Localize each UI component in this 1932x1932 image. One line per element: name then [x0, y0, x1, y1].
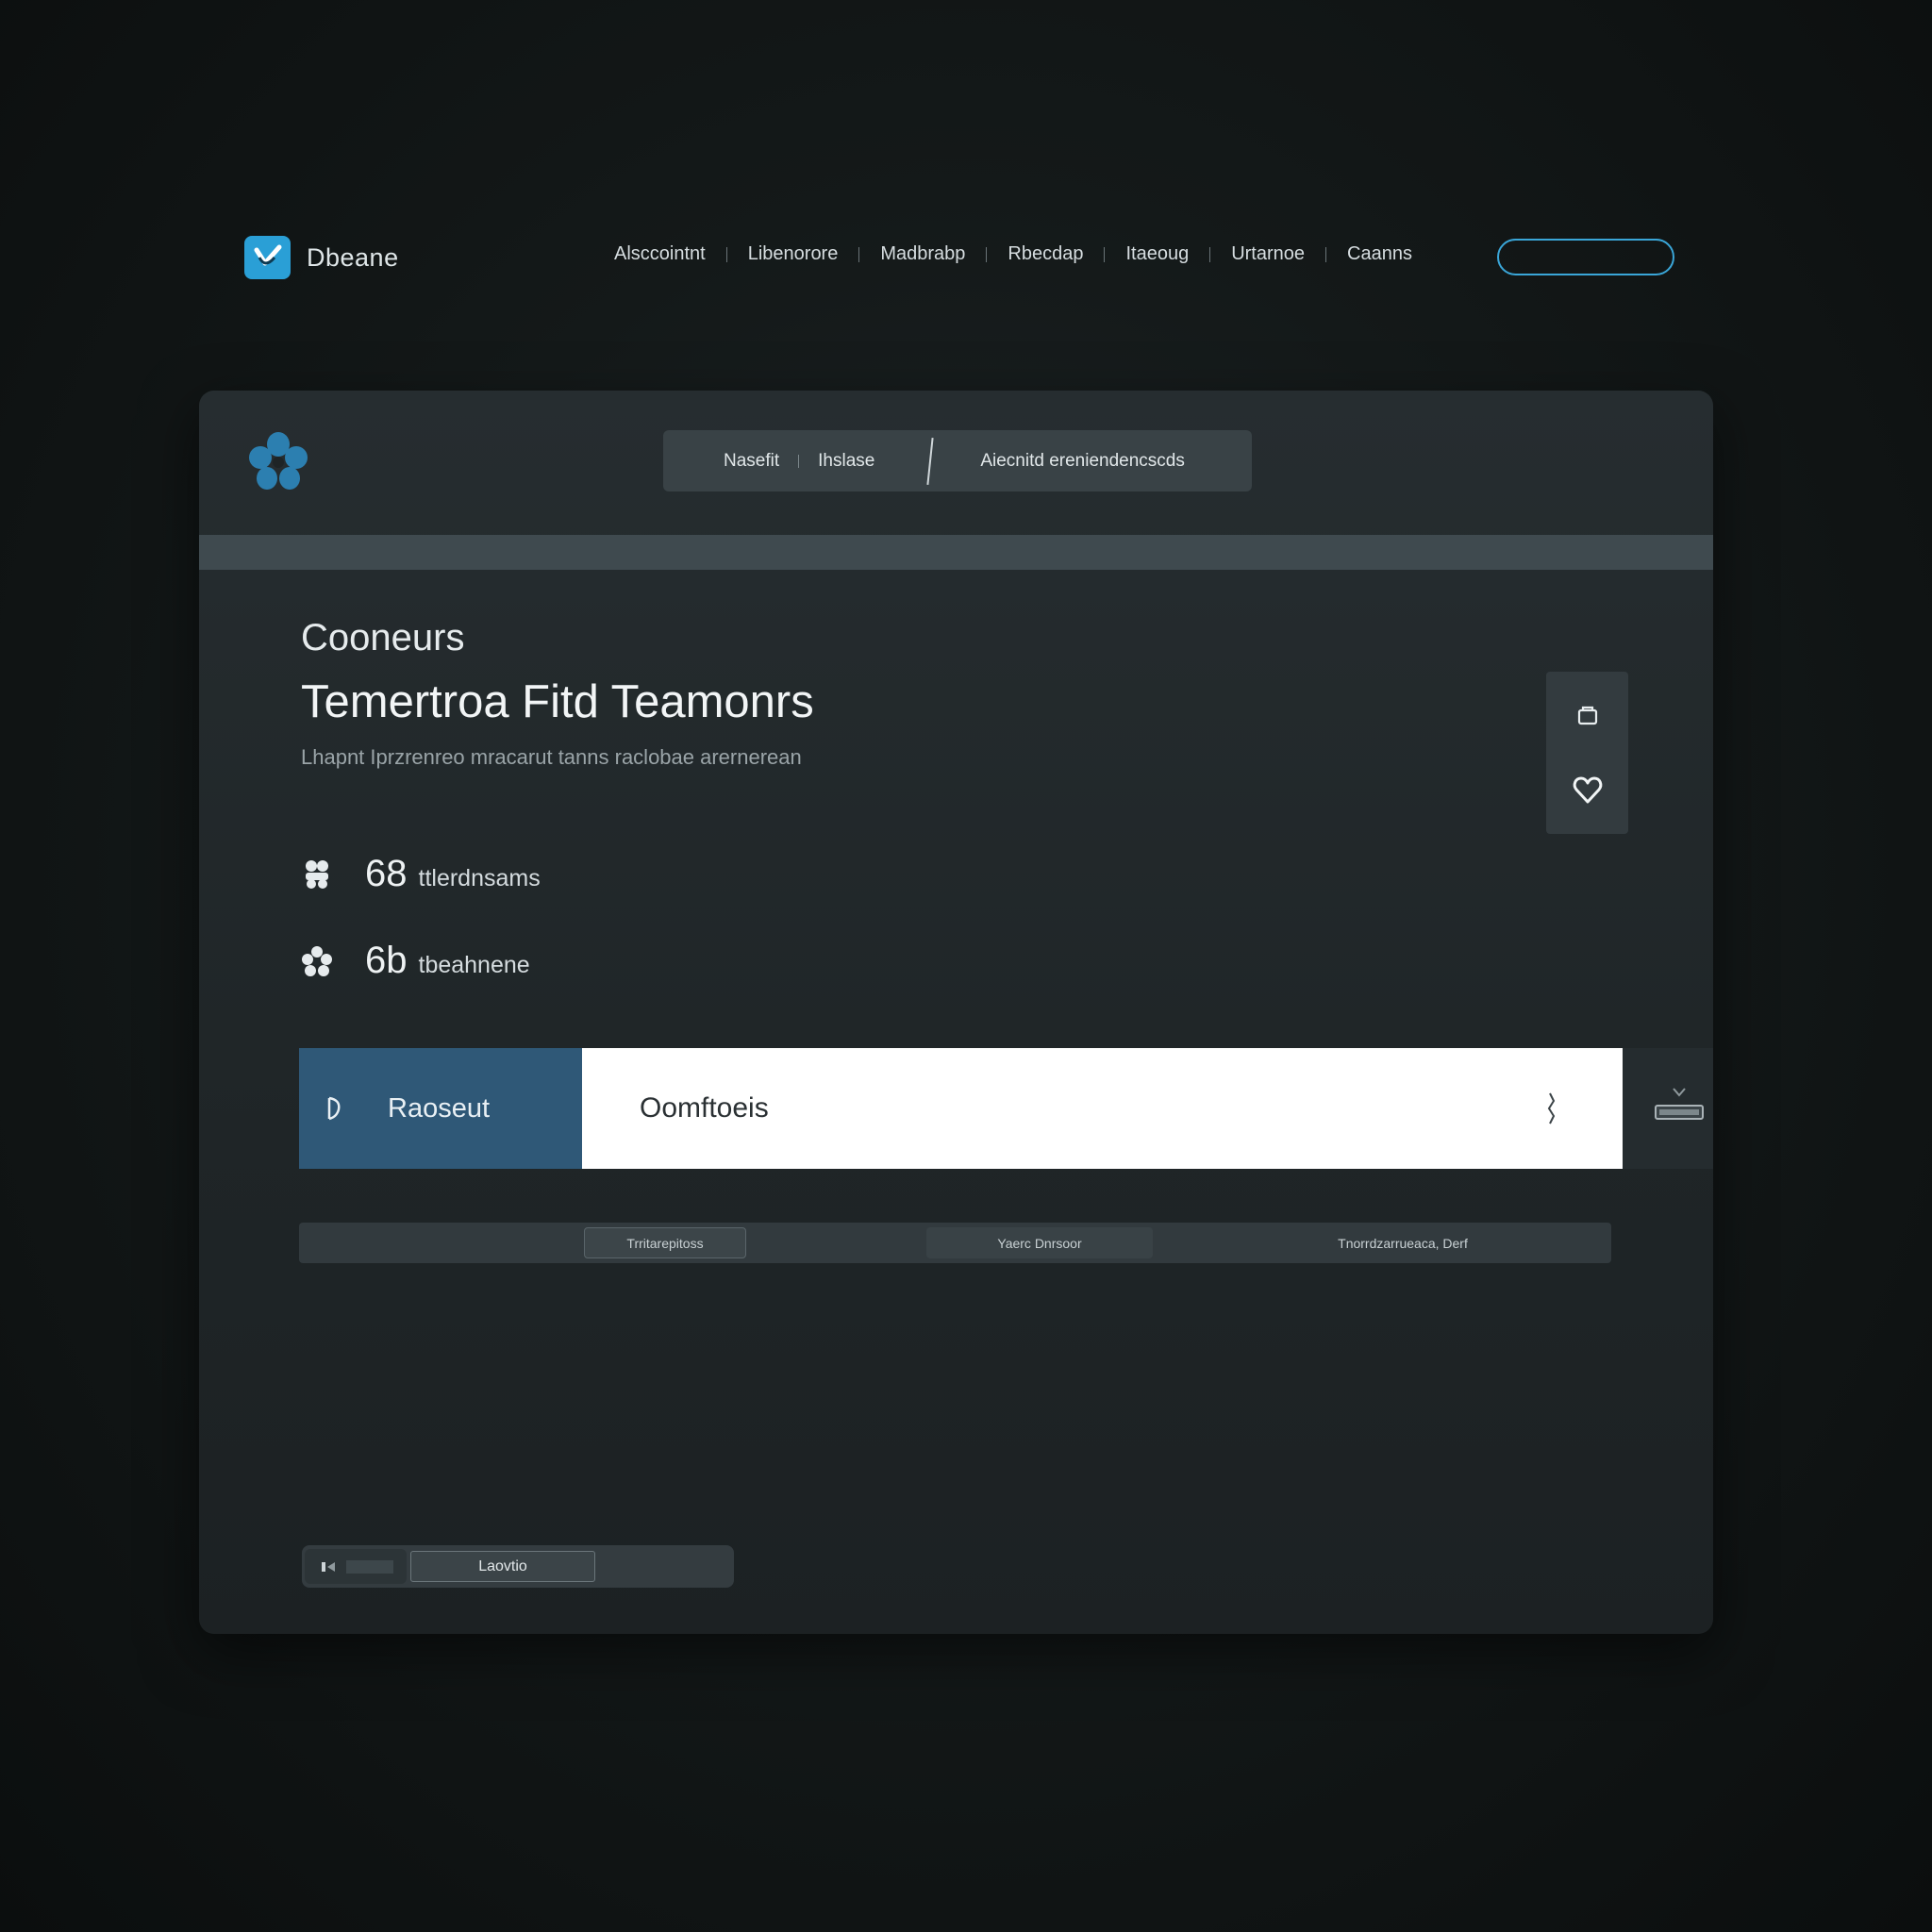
nav-link-1[interactable]: Alsccointnt [614, 243, 706, 265]
seg-item-1[interactable]: Nasefit [724, 451, 779, 472]
stat-label: tbeahnene [418, 952, 530, 978]
seg-item-3[interactable]: Aiecnitd ereniendencscds [980, 451, 1185, 472]
pager-track [346, 1559, 393, 1574]
stat-label: ttlerdnsams [418, 865, 541, 891]
nav-link-4[interactable]: Rbecdap [1008, 243, 1083, 265]
seg-divider [926, 437, 934, 485]
brand[interactable]: Dbeane [244, 236, 399, 279]
nav-link-6[interactable]: Urtarnoe [1231, 243, 1305, 265]
top-nav: Dbeane Alsccointnt Libenorore Madbrabp R… [244, 236, 1674, 279]
card-logo-icon [244, 428, 312, 496]
pager-page-button[interactable]: Laovtio [410, 1551, 595, 1582]
text-caret-icon [1544, 1088, 1559, 1129]
nav-links: Alsccointnt Libenorore Madbrabp Rbecdap … [614, 243, 1412, 265]
filter-chip[interactable]: Tnorrdzarrueaca, Derf [1323, 1227, 1483, 1258]
tray-icon [1655, 1088, 1704, 1120]
team-icon [301, 858, 333, 891]
bag-icon[interactable] [1569, 696, 1607, 734]
nav-separator [1104, 246, 1106, 262]
card-band [199, 535, 1713, 570]
pager-prev-button[interactable] [305, 1549, 407, 1584]
filter-bar: Trritarepitoss Yaerc Dnrsoor Tnorrdzarru… [299, 1223, 1611, 1263]
arrow-left-icon [320, 1560, 339, 1574]
stat-value: 6b [365, 940, 408, 981]
nav-separator [1209, 246, 1211, 262]
nav-cta-button[interactable] [1497, 239, 1674, 275]
page-title: Temertroa Fitd Teamonrs [301, 676, 814, 727]
cursor-icon [324, 1092, 350, 1124]
nav-link-7[interactable]: Caanns [1347, 243, 1412, 265]
search-row: Raoseut [299, 1048, 1713, 1169]
search-category-label: Raoseut [388, 1092, 491, 1124]
brand-logo-icon [244, 236, 291, 279]
nav-separator [858, 246, 860, 262]
nav-link-5[interactable]: Itaeoug [1125, 243, 1189, 265]
main-card: Nasefit Ihslase Aiecnitd ereniendencscds… [199, 391, 1713, 1634]
seg-item-2[interactable]: Ihslase [818, 451, 874, 472]
filter-chip[interactable]: Trritarepitoss [584, 1227, 746, 1258]
pager: Laovtio [302, 1545, 734, 1588]
seg-separator [798, 454, 800, 468]
search-category-select[interactable]: Raoseut [299, 1048, 582, 1169]
nav-separator [1325, 246, 1327, 262]
search-submit-button[interactable] [1623, 1048, 1713, 1169]
brand-name: Dbeane [307, 242, 399, 272]
filter-chip[interactable]: Yaerc Dnrsoor [926, 1227, 1153, 1258]
stat-item: 68 ttlerdnsams [301, 853, 541, 895]
stat-value: 68 [365, 853, 408, 894]
page-subtitle: Lhapnt Iprzrenreo mracarut tanns racloba… [301, 745, 802, 769]
segmented-control: Nasefit Ihslase Aiecnitd ereniendencscds [663, 430, 1252, 491]
nav-link-3[interactable]: Madbrabp [880, 243, 965, 265]
side-actions [1546, 672, 1628, 834]
section-eyebrow: Cooneurs [301, 617, 465, 658]
nav-link-2[interactable]: Libenorore [748, 243, 839, 265]
flower-icon [301, 945, 333, 977]
nav-separator [725, 246, 727, 262]
stat-item: 6b tbeahnene [301, 940, 530, 982]
nav-separator [986, 246, 988, 262]
heart-icon[interactable] [1569, 772, 1607, 809]
